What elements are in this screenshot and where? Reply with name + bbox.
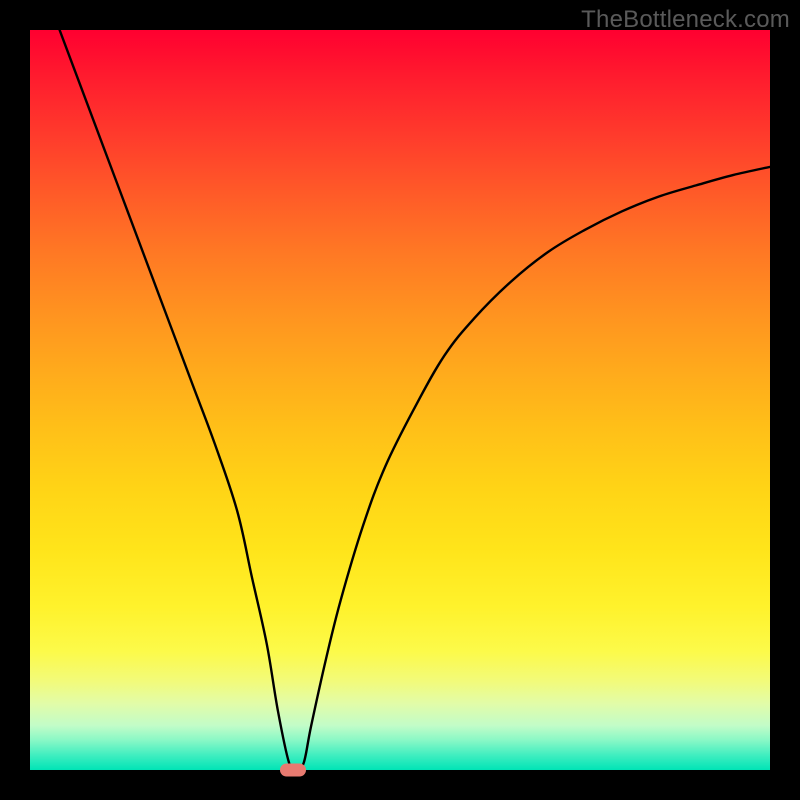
- watermark-text: TheBottleneck.com: [581, 6, 790, 34]
- min-marker: [280, 764, 306, 777]
- chart-frame: TheBottleneck.com: [0, 0, 800, 800]
- plot-area: [30, 30, 770, 770]
